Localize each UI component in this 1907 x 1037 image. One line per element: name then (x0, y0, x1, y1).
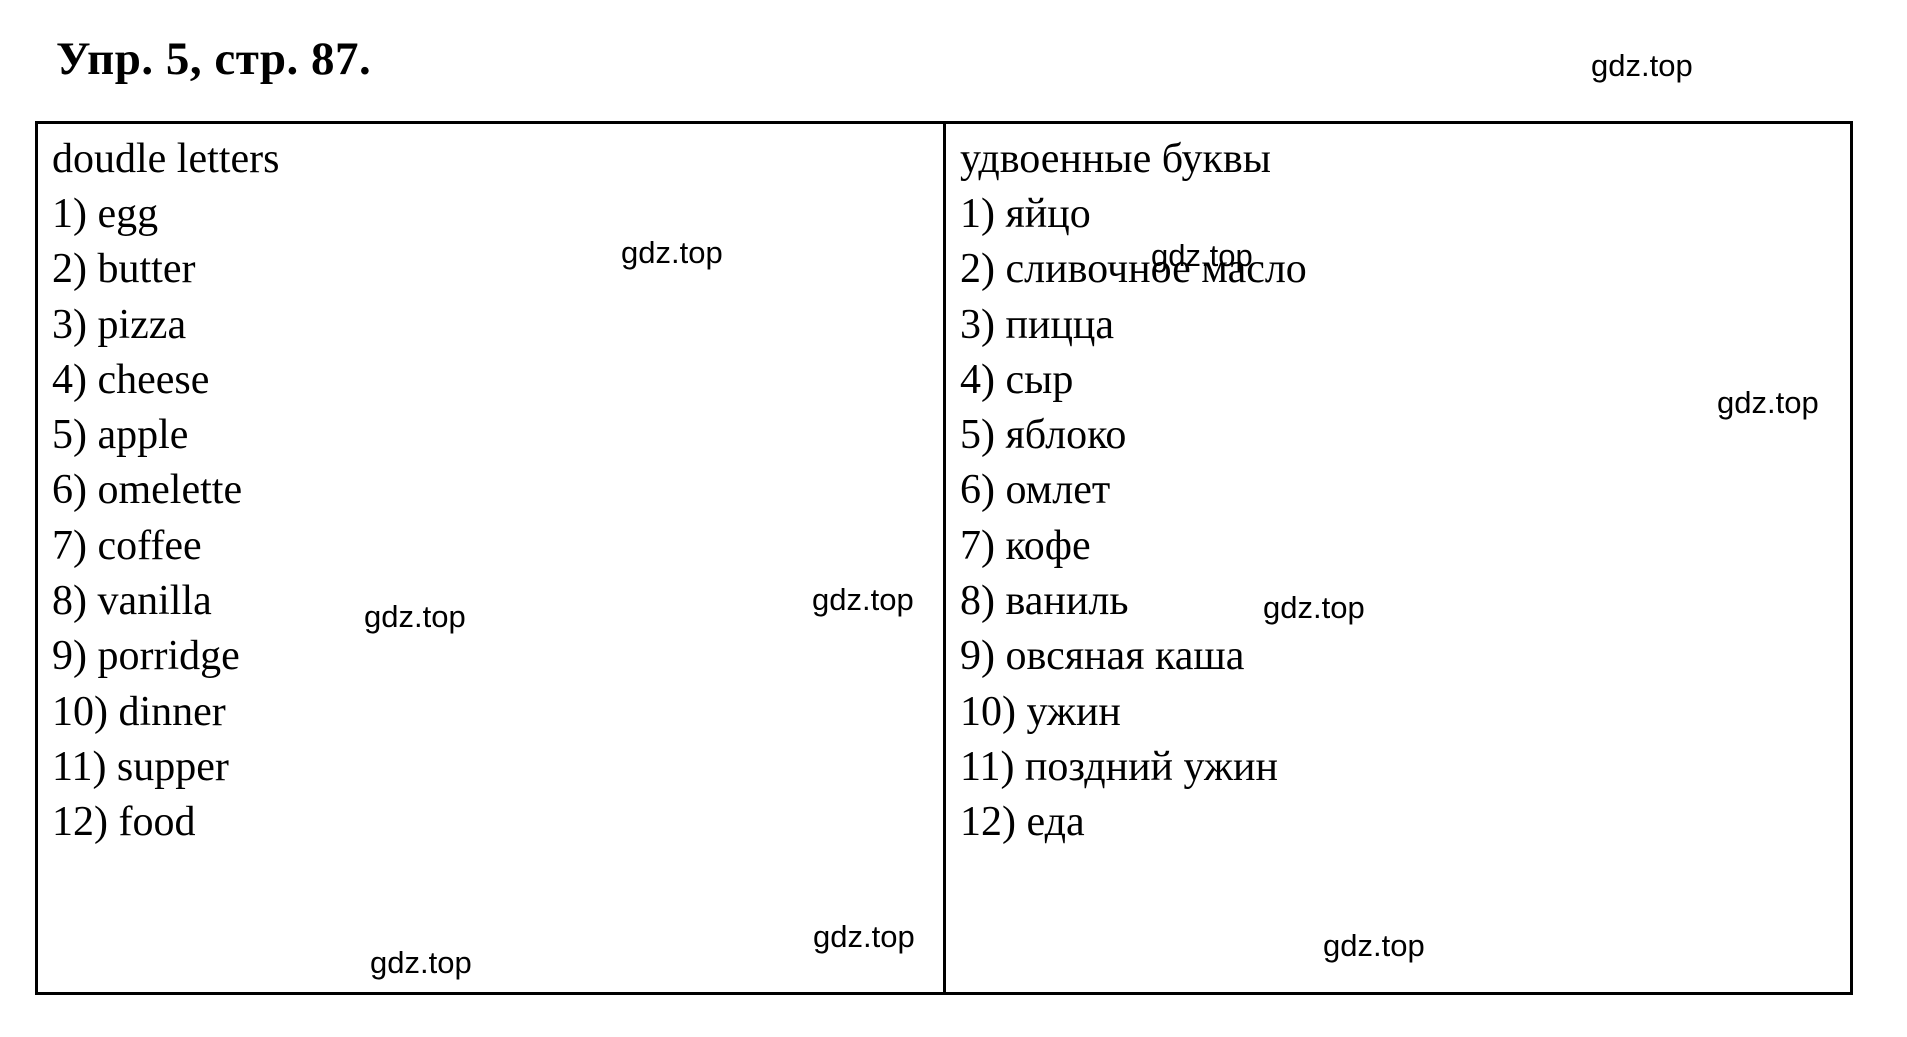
column-heading-english: doudle letters (52, 136, 280, 182)
list-item: 11) supper (52, 743, 229, 790)
worksheet-page: Упр. 5, стр. 87. doudle letters 1) egg 2… (0, 0, 1907, 1037)
list-item: 5) яблоко (960, 412, 1127, 459)
list-item: 7) кофе (960, 522, 1091, 569)
column-heading-russian: удвоенные буквы (960, 136, 1271, 182)
russian-answer-list: 1) яйцо 2) сливочное масло 3) пицца 4) с… (960, 187, 1850, 851)
list-item: 4) сыр (960, 356, 1074, 403)
list-item: 2) butter (52, 246, 196, 293)
list-item: 3) pizza (52, 301, 187, 348)
list-item: 3) пицца (960, 301, 1115, 348)
list-item: 9) овсяная каша (960, 633, 1245, 680)
table-column-english: doudle letters 1) egg 2) butter 3) pizza… (38, 124, 946, 992)
list-item: 10) dinner (52, 688, 226, 735)
watermark: gdz.top (1591, 48, 1693, 83)
list-item: 7) coffee (52, 522, 202, 569)
list-item: 12) еда (960, 799, 1085, 846)
list-item: 8) vanilla (52, 578, 212, 625)
page-title: Упр. 5, стр. 87. (56, 33, 372, 85)
list-item: 10) ужин (960, 688, 1121, 735)
list-item: 11) поздний ужин (960, 743, 1278, 790)
list-item: 9) porridge (52, 633, 240, 680)
list-item: 1) яйцо (960, 191, 1091, 237)
list-item: 4) cheese (52, 356, 210, 403)
english-answer-list: 1) egg 2) butter 3) pizza 4) cheese 5) a… (52, 187, 943, 851)
list-item: 1) egg (52, 191, 159, 237)
answer-table: doudle letters 1) egg 2) butter 3) pizza… (35, 121, 1853, 995)
list-item: 2) сливочное масло (960, 246, 1307, 293)
table-column-russian: удвоенные буквы 1) яйцо 2) сливочное мас… (946, 124, 1850, 992)
list-item: 12) food (52, 799, 196, 846)
list-item: 5) apple (52, 412, 189, 459)
list-item: 6) omelette (52, 467, 243, 514)
list-item: 6) омлет (960, 467, 1111, 514)
list-item: 8) ваниль (960, 578, 1129, 625)
